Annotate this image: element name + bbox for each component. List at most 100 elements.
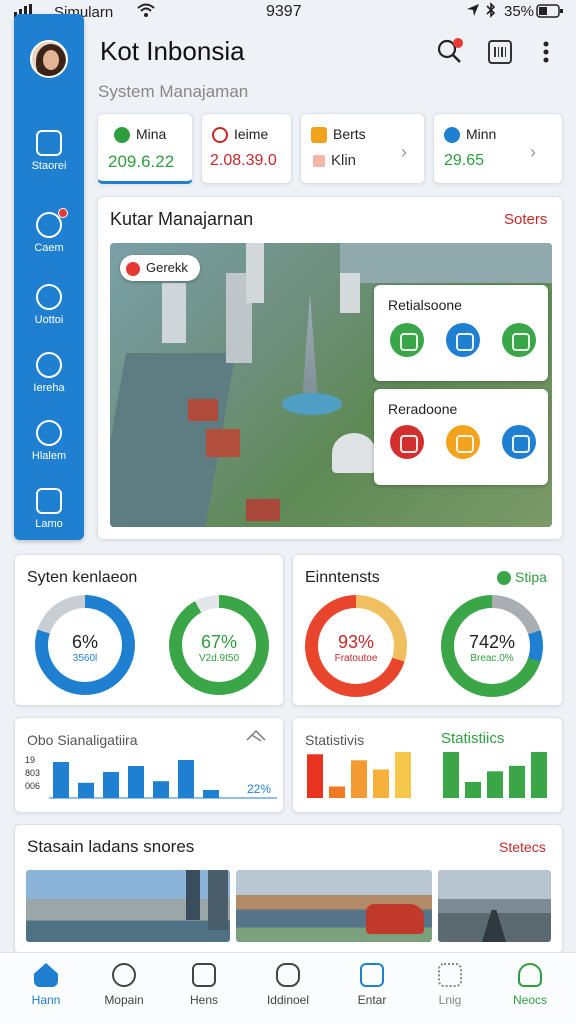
- bell-button[interactable]: [446, 425, 480, 459]
- avatar[interactable]: [30, 40, 68, 78]
- bar: [307, 754, 323, 798]
- bar: [351, 760, 367, 798]
- map-panel-link[interactable]: Soters: [504, 211, 547, 228]
- kpi-card-mina[interactable]: Mina 209.6.22: [97, 113, 193, 184]
- recycle-button[interactable]: [502, 323, 536, 357]
- donut-chart: 93% Fratoutoe: [305, 595, 407, 697]
- search-button[interactable]: [436, 38, 464, 71]
- overlay-card-retialsoone: Retialsoone: [374, 285, 548, 381]
- bar: [395, 752, 411, 798]
- donut-chart: 742% Breac.0%: [441, 595, 543, 697]
- station-photo-2[interactable]: [236, 870, 432, 942]
- y-tick: 006: [25, 781, 41, 791]
- refresh-button[interactable]: [446, 323, 480, 357]
- sea-area: [340, 243, 552, 283]
- page-title: Kot Inbonsia: [100, 36, 245, 66]
- nav-item-profile[interactable]: Neocs: [490, 953, 570, 1007]
- kpi-label: Berts: [333, 126, 366, 142]
- overlay-title: Retialsoone: [388, 297, 462, 313]
- nav-label: Lnig: [438, 993, 462, 1007]
- bar-card-title: Obo Sianaligatiira: [27, 732, 138, 748]
- bar: [128, 766, 144, 798]
- bar: [531, 752, 547, 798]
- donut-sub: Fratoutoe: [334, 653, 378, 664]
- stations-link[interactable]: Stetecs: [499, 839, 546, 855]
- donut-sub: Breac.0%: [470, 653, 514, 664]
- leaf-button[interactable]: [390, 323, 424, 357]
- sidebar-item-label: Staorei: [31, 160, 67, 172]
- train-image: [366, 904, 424, 934]
- location-pin-icon: [36, 208, 68, 238]
- red-roof: [206, 429, 240, 457]
- notification-dot: [58, 208, 68, 218]
- share-icon[interactable]: [245, 728, 267, 749]
- kpi-card-minn[interactable]: Minn 29.65 ›: [433, 113, 563, 184]
- donut-sub: V2d.9t50: [198, 653, 240, 664]
- kpi-value: 209.6.22: [108, 152, 175, 171]
- alert-button[interactable]: [390, 425, 424, 459]
- search-icon: [112, 963, 136, 987]
- building-icon: [36, 130, 62, 156]
- bar-note: 22%: [247, 782, 272, 796]
- sidebar-item-uottoi[interactable]: Uottoi: [14, 284, 84, 326]
- tower-block: [340, 273, 360, 313]
- smile-button[interactable]: [502, 425, 536, 459]
- sidebar: Staorei Caem Uottoi Iereha Hlalem Lamo: [14, 14, 84, 540]
- donut-value: 67%: [200, 632, 238, 652]
- tower-block: [186, 870, 200, 920]
- nav-item-search[interactable]: Mopain: [84, 953, 164, 1007]
- check-circle-icon: [497, 571, 511, 586]
- tower-block: [162, 283, 186, 343]
- overlay-card-reradoone: Reradoone: [374, 389, 548, 485]
- page-subtitle: System Manajaman: [98, 82, 249, 101]
- sidebar-item-label: Hlalem: [31, 450, 67, 462]
- location-chip-label: Gerekk: [146, 260, 188, 275]
- nav-label: Mopain: [104, 993, 144, 1007]
- donut-chart: 6% 3560l: [35, 595, 135, 695]
- stats-title: Syten kenlaeon: [27, 569, 138, 586]
- sidebar-item-staorei[interactable]: Staorei: [14, 130, 84, 172]
- barcode-button[interactable]: [488, 40, 512, 64]
- location-chip[interactable]: Gerekk: [120, 255, 200, 281]
- nav-item-shield[interactable]: Iddinoel: [248, 953, 328, 1007]
- bar-chart: [49, 760, 277, 799]
- sidebar-item-caem[interactable]: Caem: [14, 208, 84, 254]
- no-entry-icon: [212, 127, 228, 144]
- kpi-label: Ieime: [234, 126, 269, 142]
- nav-item-list[interactable]: Hens: [164, 953, 244, 1007]
- sidebar-item-hlalem[interactable]: Hlalem: [14, 420, 84, 462]
- donut-value: 6%: [71, 632, 98, 652]
- nav-label: Hens: [189, 993, 218, 1007]
- kpi-card-ieime[interactable]: Ieime 2.08.39.0: [201, 113, 292, 184]
- more-menu-button[interactable]: [538, 40, 554, 69]
- sidebar-item-lamo[interactable]: Lamo: [14, 488, 84, 530]
- bar: [329, 786, 345, 798]
- tower-block: [208, 870, 228, 930]
- tasks-icon: [360, 963, 384, 987]
- trophy-icon: [311, 127, 327, 144]
- nav-item-home[interactable]: Hann: [6, 953, 86, 1007]
- nav-item-tasks[interactable]: Entar: [332, 953, 412, 1007]
- nav-item-grid[interactable]: Lnig: [410, 953, 490, 1007]
- bar: [487, 771, 503, 798]
- alarm-icon: [36, 420, 62, 446]
- chevron-right-icon: ›: [401, 142, 407, 162]
- power-icon: [36, 284, 62, 310]
- donut-value: 93%: [337, 632, 375, 652]
- chevron-right-icon: ›: [530, 142, 536, 162]
- station-photo-1[interactable]: [26, 870, 230, 942]
- stats-card-system: Syten kenlaeon 6% 3560l 67% V2d.9t50: [14, 554, 284, 706]
- city-aerial-image[interactable]: Gerekk Retialsoone Reradoone: [110, 243, 552, 527]
- bar: [53, 762, 69, 798]
- clock: 9397: [266, 3, 302, 20]
- station-photo-3[interactable]: [438, 870, 551, 942]
- kpi-value: Klin: [331, 152, 357, 169]
- kpi-card-berts[interactable]: Berts Klin ›: [300, 113, 425, 184]
- tower-block: [246, 243, 264, 303]
- image-icon: [36, 488, 62, 514]
- sidebar-item-iereha[interactable]: Iereha: [14, 352, 84, 394]
- kpi-value: 2.08.39.0: [210, 152, 277, 169]
- bar: [103, 772, 119, 798]
- status-badge-label: Stipa: [515, 569, 547, 585]
- sidebar-item-label: Caem: [34, 242, 64, 254]
